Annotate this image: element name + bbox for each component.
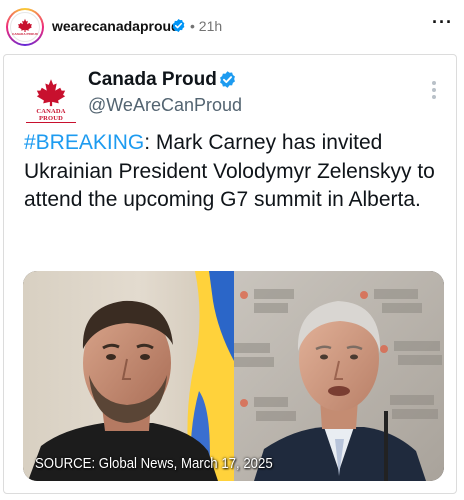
- tweet-handle: @WeAreCanProud: [88, 95, 243, 115]
- tweet-account-name: Canada Proud: [88, 69, 217, 90]
- carney-photo: [234, 271, 444, 481]
- zelenskyy-photo: [23, 271, 234, 481]
- post-username[interactable]: wearecanadaproud: [52, 18, 180, 34]
- logo-label: CANADA PROUD: [26, 108, 76, 123]
- hashtag-link: #BREAKING: [24, 131, 145, 154]
- more-options-button[interactable]: ···: [432, 12, 453, 33]
- tweet-screenshot[interactable]: CANADA PROUD Canada Proud @WeAreCanProud…: [3, 54, 457, 494]
- maple-leaf-icon: [36, 79, 66, 107]
- separator-dot: •: [190, 18, 195, 34]
- ellipsis-icon: ···: [432, 12, 453, 32]
- avatar-label: CANADA PROUD: [12, 32, 38, 36]
- post-timestamp: • 21h: [190, 18, 222, 34]
- post-header: CANADA PROUD wearecanadaproud • 21h ···: [0, 0, 464, 54]
- verified-badge-icon: [220, 71, 235, 88]
- post-time: 21h: [198, 18, 223, 34]
- profile-avatar[interactable]: CANADA PROUD: [6, 8, 44, 46]
- maple-leaf-icon: [18, 18, 32, 32]
- vertical-ellipsis-icon: [432, 81, 436, 102]
- canada-proud-logo: CANADA PROUD: [26, 77, 76, 123]
- image-caption: SOURCE: Global News, March 17, 2025: [35, 455, 273, 472]
- verified-badge-icon: [172, 18, 185, 33]
- tweet-image: SOURCE: Global News, March 17, 2025: [23, 271, 444, 481]
- tweet-body: #BREAKING: Mark Carney has invited Ukrai…: [24, 129, 444, 215]
